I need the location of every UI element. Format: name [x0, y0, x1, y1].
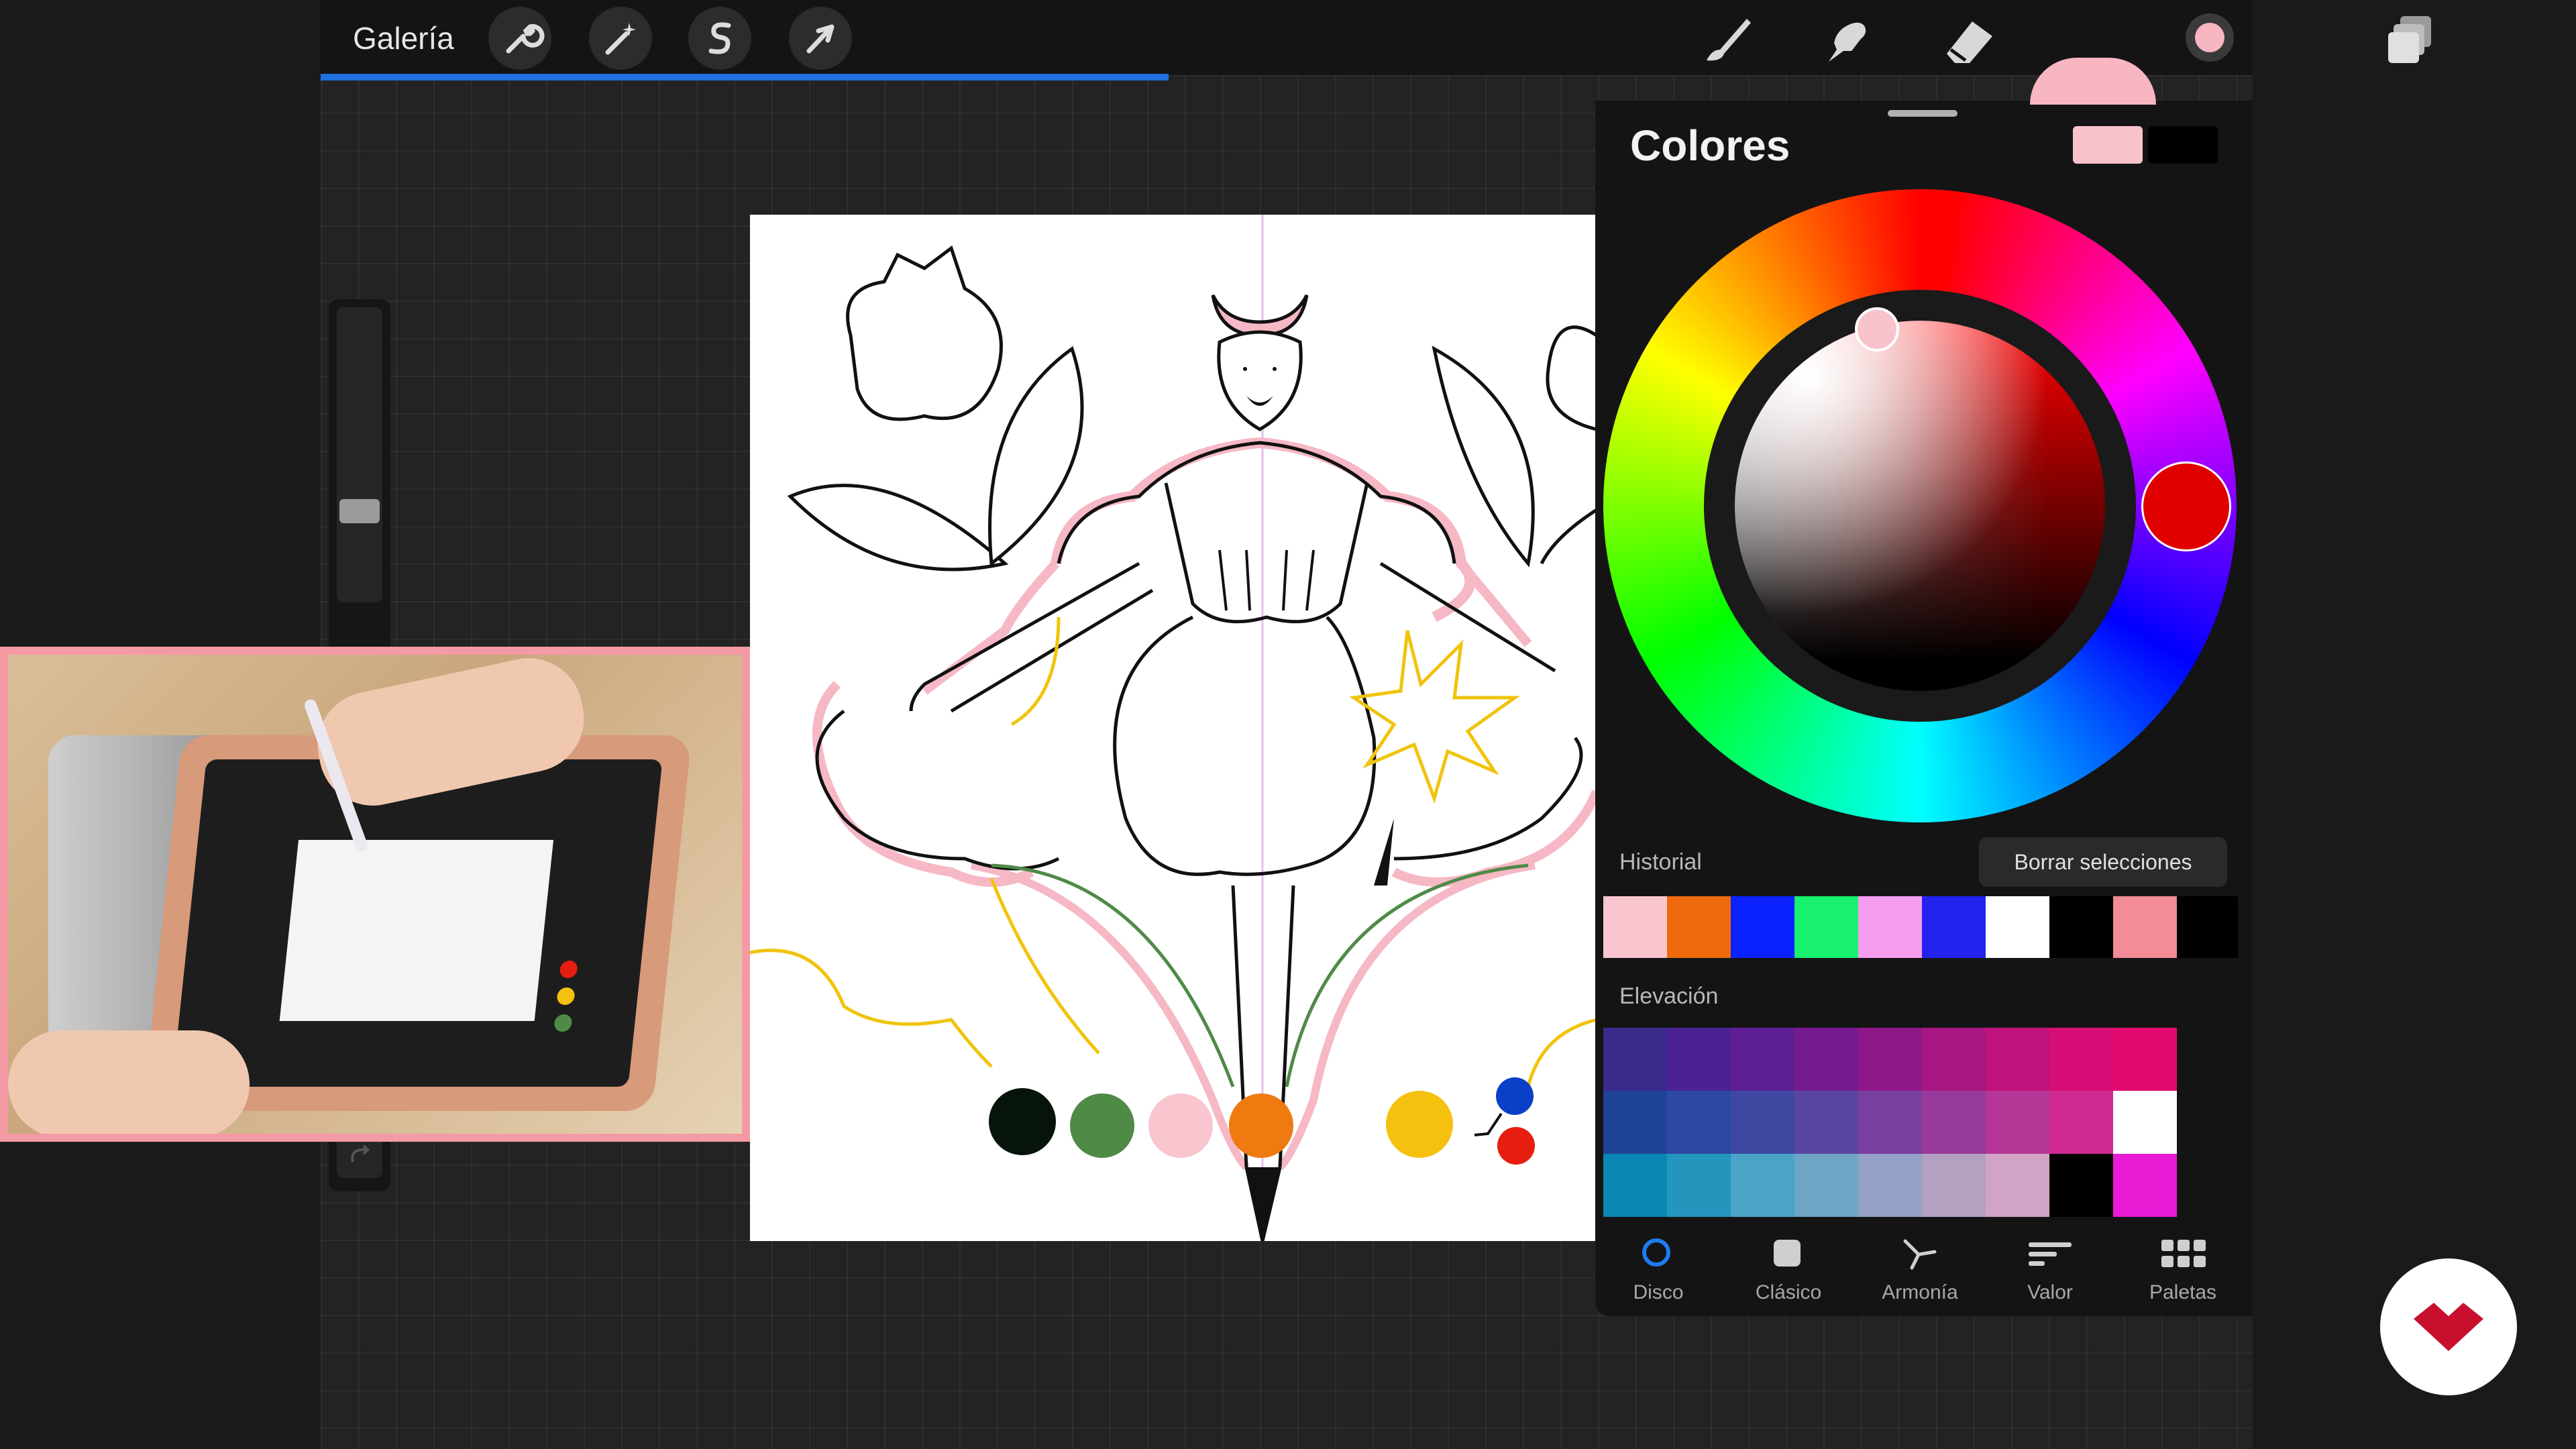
palette-swatch[interactable]: [1603, 1028, 1667, 1091]
history-swatch[interactable]: [1731, 896, 1794, 958]
palette-swatch[interactable]: [1667, 1028, 1731, 1091]
instructor-video-inset: [0, 647, 750, 1142]
panel-title: Colores: [1630, 121, 1790, 170]
palette-swatch[interactable]: [1667, 1091, 1731, 1154]
wrench-icon: [506, 23, 545, 54]
palette-swatch[interactable]: [2049, 1028, 2113, 1091]
slider-handle[interactable]: [339, 499, 380, 523]
hand-bottom: [8, 1030, 250, 1134]
drawing-canvas[interactable]: [750, 215, 1597, 1241]
palette-swatch[interactable]: [1922, 1154, 1986, 1217]
eraser-icon[interactable]: [1939, 9, 1999, 70]
domestika-logo-icon: [2414, 1303, 2483, 1351]
history-swatch[interactable]: [1858, 896, 1922, 958]
palette-grid: [1603, 1028, 2238, 1217]
tab-label: Clásico: [1755, 1281, 1822, 1303]
top-toolbar: Galería: [321, 0, 2431, 75]
palette-swatch[interactable]: [1986, 1091, 2049, 1154]
arrow-transform-icon: [806, 24, 835, 54]
palette-swatch[interactable]: [1922, 1028, 1986, 1091]
domestika-logo: [2380, 1258, 2517, 1395]
color-picker-handle[interactable]: [1855, 307, 1899, 352]
palette-swatch[interactable]: [1986, 1028, 2049, 1091]
palette-swatch[interactable]: [1794, 1091, 1858, 1154]
tablet-color-dot: [556, 987, 576, 1005]
hue-ring[interactable]: [1603, 189, 2237, 822]
tablet-screen: [172, 759, 663, 1087]
panel-grabber[interactable]: [1888, 110, 1957, 117]
history-swatch[interactable]: [2113, 896, 2177, 958]
tablet-color-dot: [553, 1014, 573, 1032]
tablet-color-dot: [559, 961, 579, 978]
history-swatch[interactable]: [2049, 896, 2113, 958]
layers-icon[interactable]: [2380, 9, 2440, 70]
disc-icon: [1642, 1238, 1670, 1267]
brush-icon[interactable]: [1697, 9, 1758, 70]
tab-label: Armonía: [1882, 1281, 1958, 1303]
history-swatch[interactable]: [1922, 896, 1986, 958]
clear-history-button[interactable]: Borrar selecciones: [1979, 837, 2227, 887]
smudge-icon[interactable]: [1817, 9, 1877, 70]
palette-swatch[interactable]: [1794, 1154, 1858, 1217]
history-swatch[interactable]: [1794, 896, 1858, 958]
palette-swatch[interactable]: [1603, 1091, 1667, 1154]
current-color-swatch[interactable]: [2073, 126, 2143, 164]
palette-swatch[interactable]: [2049, 1091, 2113, 1154]
selection-s-icon: [708, 22, 731, 54]
progress-bar: [321, 74, 1169, 80]
palette-swatch[interactable]: [1858, 1028, 1922, 1091]
palette-swatch[interactable]: [1794, 1028, 1858, 1091]
tab-disco[interactable]: Disco: [1598, 1234, 1719, 1316]
transform-button[interactable]: [789, 7, 852, 70]
redo-icon: [351, 1144, 370, 1163]
history-swatch[interactable]: [1603, 896, 1667, 958]
tab-armonia[interactable]: Armonía: [1860, 1234, 1980, 1316]
tab-label: Valor: [2027, 1281, 2073, 1303]
palette-swatch[interactable]: [1731, 1154, 1794, 1217]
palette-swatch[interactable]: [1986, 1154, 2049, 1217]
palette-swatch[interactable]: [1731, 1091, 1794, 1154]
actions-button[interactable]: [488, 7, 551, 70]
hue-picker-handle[interactable]: [2141, 462, 2231, 551]
palette-label: Elevación: [1619, 983, 1719, 1009]
history-swatch[interactable]: [2177, 896, 2238, 958]
tab-paletas[interactable]: Paletas: [2123, 1234, 2243, 1316]
selection-button[interactable]: [688, 7, 751, 70]
tablet-canvas: [279, 840, 554, 1021]
palette-swatch[interactable]: [1603, 1154, 1667, 1217]
tab-valor[interactable]: Valor: [1990, 1234, 2110, 1316]
grid-icon: [2161, 1240, 2206, 1267]
color-dot-icon: [2195, 23, 2224, 52]
square-icon: [1774, 1240, 1801, 1267]
palette-swatch[interactable]: [1858, 1154, 1922, 1217]
history-label: Historial: [1619, 849, 1702, 875]
tab-label: Disco: [1633, 1281, 1684, 1303]
palette-swatch[interactable]: [2113, 1154, 2177, 1217]
palette-swatch[interactable]: [1667, 1154, 1731, 1217]
tab-label: Paletas: [2149, 1281, 2217, 1303]
video-frame: [8, 655, 742, 1134]
palette-swatch[interactable]: [2113, 1028, 2177, 1091]
saturation-value-disc[interactable]: [1735, 321, 2105, 691]
colors-panel: Colores Historial Borrar selecciones Ele…: [1595, 101, 2253, 1316]
palette-swatch[interactable]: [2049, 1154, 2113, 1217]
tab-clasico[interactable]: Clásico: [1728, 1234, 1849, 1316]
color-mode-tabs: Disco Clásico Armonía Valor Paletas: [1595, 1234, 2253, 1316]
gallery-button[interactable]: Galería: [353, 20, 454, 56]
adjustments-button[interactable]: [589, 7, 652, 70]
history-swatches: [1603, 896, 2238, 958]
sliders-icon: [2029, 1242, 2072, 1266]
color-button[interactable]: [2186, 13, 2234, 62]
magic-wand-icon: [605, 23, 636, 55]
illustration: [750, 215, 1597, 1241]
history-swatch[interactable]: [1667, 896, 1731, 958]
palette-swatch[interactable]: [1731, 1028, 1794, 1091]
brush-size-slider[interactable]: [337, 307, 382, 602]
palette-swatch[interactable]: [2113, 1091, 2177, 1154]
history-swatch[interactable]: [1986, 896, 2049, 958]
previous-color-swatch[interactable]: [2148, 126, 2218, 164]
palette-swatch[interactable]: [1922, 1091, 1986, 1154]
harmony-icon: [1903, 1239, 1937, 1270]
palette-swatch[interactable]: [1858, 1091, 1922, 1154]
